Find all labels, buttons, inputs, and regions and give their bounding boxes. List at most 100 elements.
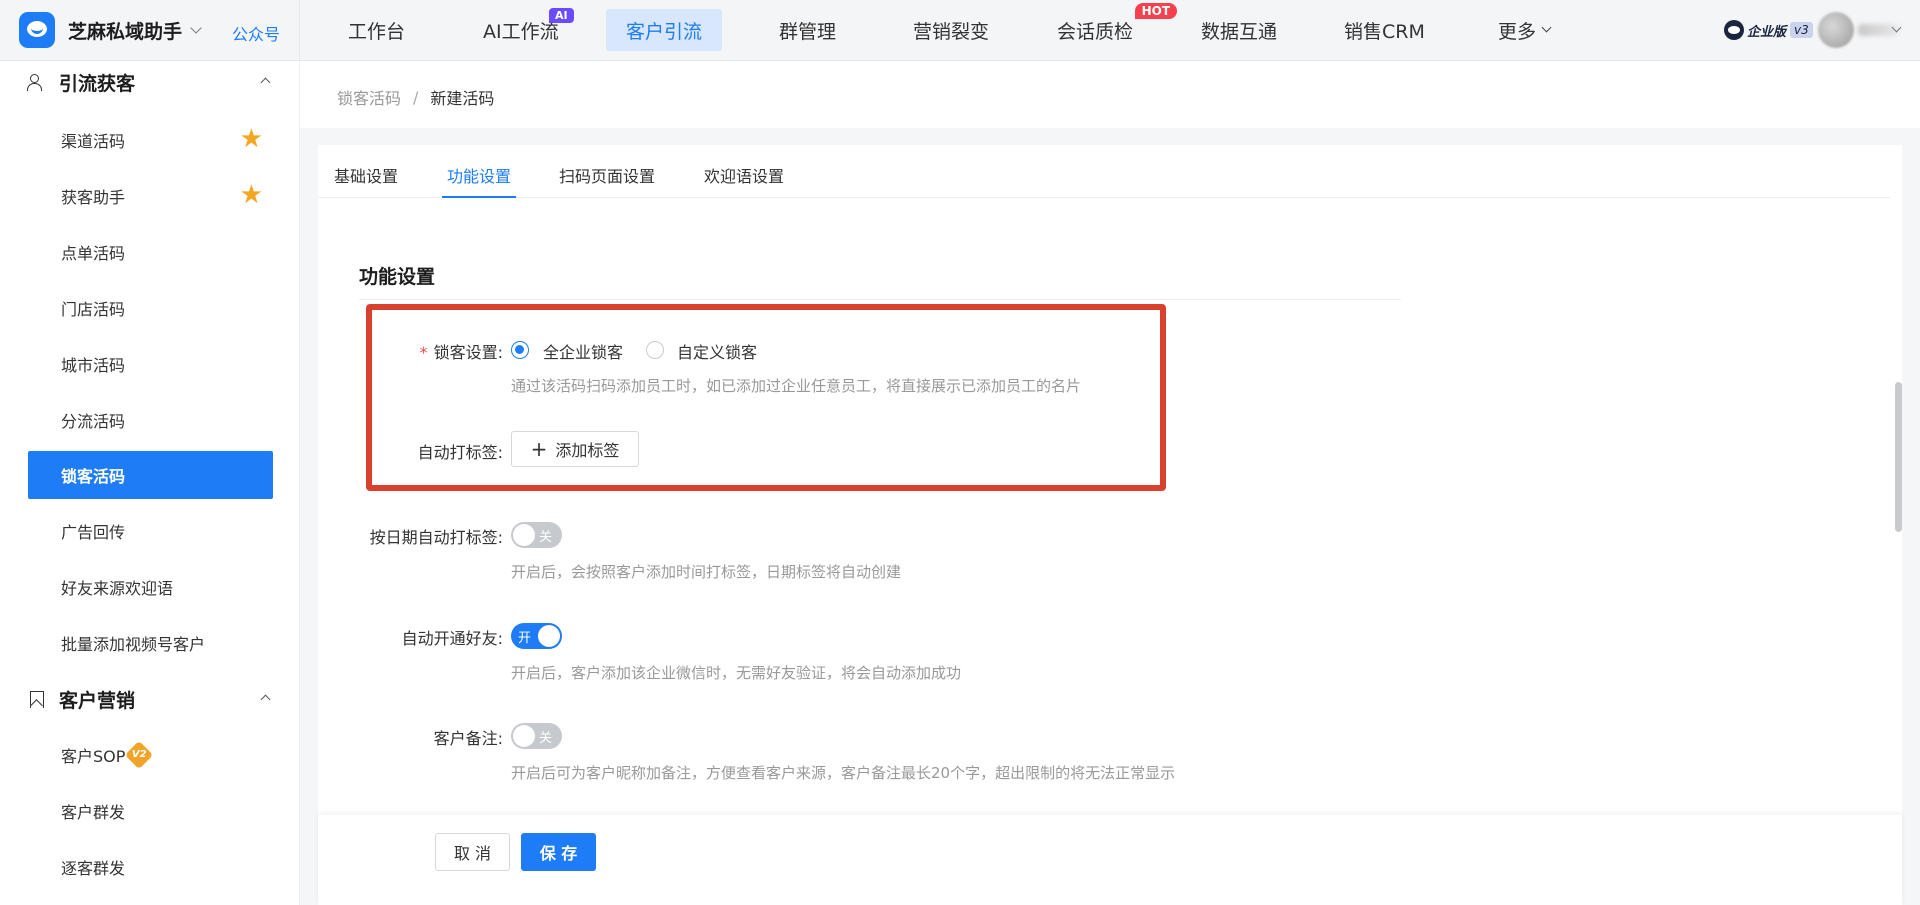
sidebar-item-label: 门店活码 [61, 300, 126, 319]
nav-label: 更多 [1498, 20, 1537, 43]
official-account-link[interactable]: 公众号 [232, 21, 280, 45]
chevron-down-icon [1541, 22, 1552, 32]
sidebar-item-label: 广告回传 [61, 523, 126, 542]
app-logo-icon [19, 12, 55, 48]
required-mark: * [419, 343, 428, 362]
breadcrumb: 锁客活码 / 新建活码 [337, 85, 494, 109]
nav-label: 数据互通 [1201, 20, 1278, 43]
sidebar-item-split-code[interactable]: 分流活码 [28, 396, 273, 444]
nav-sales-crm[interactable]: 销售CRM [1324, 9, 1445, 51]
sidebar-item-ad-callback[interactable]: 广告回传 [28, 507, 273, 555]
nav-label: AI工作流 [483, 20, 559, 43]
sidebar-group-title: 引流获客 [59, 72, 136, 95]
ai-badge: AI [549, 8, 574, 23]
nav-label: 营销裂变 [913, 20, 990, 43]
v2-badge-icon: V2 [125, 740, 154, 770]
sidebar-item-customer-sop[interactable]: 客户SOP V2 [28, 731, 273, 779]
sidebar-item-source-welcome[interactable]: 好友来源欢迎语 [28, 563, 273, 611]
breadcrumb-parent-link[interactable]: 锁客活码 [337, 85, 401, 109]
section-title: 功能设置 [359, 266, 436, 288]
tab-basic-settings[interactable]: 基础设置 [334, 163, 398, 198]
footer-actions: 取 消 保 存 [318, 815, 1902, 905]
sidebar-item-label: 逐客群发 [61, 859, 126, 878]
vertical-scrollbar[interactable] [1895, 382, 1902, 532]
sidebar-item-channel-code[interactable]: 渠道活码 ★ [28, 116, 273, 164]
chat-bubble-icon [1724, 20, 1744, 40]
switch-state-text: 关 [539, 731, 553, 746]
sidebar-group-acquisition[interactable]: 引流获客 [27, 67, 277, 97]
chevron-up-icon [260, 694, 271, 705]
nav-customer-acquisition[interactable]: 客户引流 [606, 9, 723, 51]
switch-knob [513, 725, 535, 747]
remark-label: 客户备注: [433, 729, 503, 748]
nav-marketing-fission[interactable]: 营销裂变 [893, 9, 1009, 51]
cancel-button[interactable]: 取 消 [435, 833, 510, 871]
nav-label: 销售CRM [1344, 20, 1425, 43]
sidebar-item-label: 批量添加视频号客户 [61, 635, 206, 654]
sidebar-item-order-code[interactable]: 点单活码 [28, 228, 273, 276]
sidebar-item-label: 好友来源欢迎语 [61, 579, 174, 598]
breadcrumb-separator: / [413, 87, 419, 107]
nav-more[interactable]: 更多 [1478, 9, 1570, 51]
bookmark-icon [27, 690, 45, 708]
label-text: 锁客设置: [433, 343, 503, 362]
top-bar: 芝麻私域助手 公众号 工作台 AI工作流 AI 客户引流 群管理 营销裂变 会话… [0, 0, 1920, 61]
save-button[interactable]: 保 存 [521, 833, 596, 871]
sidebar-item-label: 客户SOP [61, 747, 126, 766]
nav-session-qc[interactable]: 会话质检 HOT [1037, 3, 1178, 51]
sidebar-item-label: 分流活码 [61, 412, 126, 431]
chevron-up-icon [260, 77, 271, 88]
add-tag-button[interactable]: + 添加标签 [511, 431, 639, 467]
sidebar-item-batch-video-customers[interactable]: 批量添加视频号客户 [28, 619, 273, 667]
lock-setting-hint: 通过该活码扫码添加员工时，如已添加过企业任意员工，将直接展示已添加员工的名片 [511, 377, 1082, 395]
switch-state-text: 关 [539, 530, 553, 545]
remark-switch[interactable]: 关 [511, 723, 562, 749]
avatar[interactable] [1818, 12, 1854, 48]
sidebar-group-title: 客户营销 [59, 689, 136, 712]
edition-badge: 企业版 v3 [1724, 19, 1813, 41]
nav-workbench[interactable]: 工作台 [328, 9, 425, 51]
sidebar-item-store-code[interactable]: 门店活码 [28, 284, 273, 332]
tab-welcome-settings[interactable]: 欢迎语设置 [704, 163, 784, 198]
sidebar-item-lock-code[interactable]: 锁客活码 [28, 451, 273, 499]
sidebar-item-label: 点单活码 [61, 244, 126, 263]
remark-hint: 开启后可为客户昵称加备注，方便查看客户来源，客户备注最长20个字，超出限制的将无… [511, 764, 1176, 782]
switch-state-text: 开 [518, 631, 532, 646]
breadcrumb-current: 新建活码 [430, 89, 495, 108]
nav-group-management[interactable]: 群管理 [759, 9, 856, 51]
switch-knob [538, 625, 560, 647]
auto-friend-label: 自动开通好友: [401, 629, 503, 648]
radio-custom-lock-label[interactable]: 自定义锁客 [677, 339, 757, 363]
sidebar-item-one-by-one-broadcast[interactable]: 逐客群发 [28, 843, 273, 891]
sidebar-item-city-code[interactable]: 城市活码 [28, 340, 273, 388]
auto-friend-switch[interactable]: 开 [511, 623, 562, 649]
tab-function-settings[interactable]: 功能设置 [442, 163, 517, 198]
breadcrumb-bar: 锁客活码 / 新建活码 [300, 61, 1920, 128]
settings-panel: 基础设置 功能设置 扫码页面设置 欢迎语设置 功能设置 * 锁客设置: 全企业锁客… [318, 145, 1902, 815]
radio-custom-lock[interactable] [646, 341, 664, 359]
nav-label: 会话质检 [1057, 20, 1134, 43]
radio-all-enterprise-label[interactable]: 全企业锁客 [543, 339, 623, 363]
radio-all-enterprise[interactable] [511, 341, 529, 359]
hot-badge: HOT [1134, 3, 1178, 19]
sidebar-item-customer-broadcast[interactable]: 客户群发 [28, 787, 273, 835]
nav-ai-workflow[interactable]: AI工作流 AI [463, 8, 579, 51]
date-tag-hint: 开启后，会按照客户添加时间打标签，日期标签将自动创建 [511, 563, 902, 581]
nav-label: 群管理 [779, 20, 837, 43]
sidebar: 引流获客 渠道活码 ★ 获客助手 ★ 点单活码 门店活码 城市活码 分流活码 锁… [0, 61, 300, 905]
chevron-down-icon [190, 21, 202, 34]
divider [299, 0, 300, 61]
auto-friend-hint: 开启后，客户添加该企业微信时，无需好友验证，将会自动添加成功 [511, 664, 962, 682]
version-label: v3 [1790, 22, 1813, 38]
sidebar-item-acquisition-assistant[interactable]: 获客助手 ★ [28, 172, 273, 220]
star-icon[interactable]: ★ [240, 126, 263, 152]
switch-knob [513, 524, 535, 546]
divider [359, 299, 1401, 300]
tab-scan-page-settings[interactable]: 扫码页面设置 [559, 163, 655, 198]
star-icon[interactable]: ★ [240, 182, 263, 208]
nav-data-interop[interactable]: 数据互通 [1181, 9, 1297, 51]
sidebar-group-marketing[interactable]: 客户营销 [27, 684, 277, 714]
user-add-icon [27, 73, 45, 91]
date-tag-switch[interactable]: 关 [511, 522, 562, 548]
sidebar-item-label: 获客助手 [61, 188, 126, 207]
